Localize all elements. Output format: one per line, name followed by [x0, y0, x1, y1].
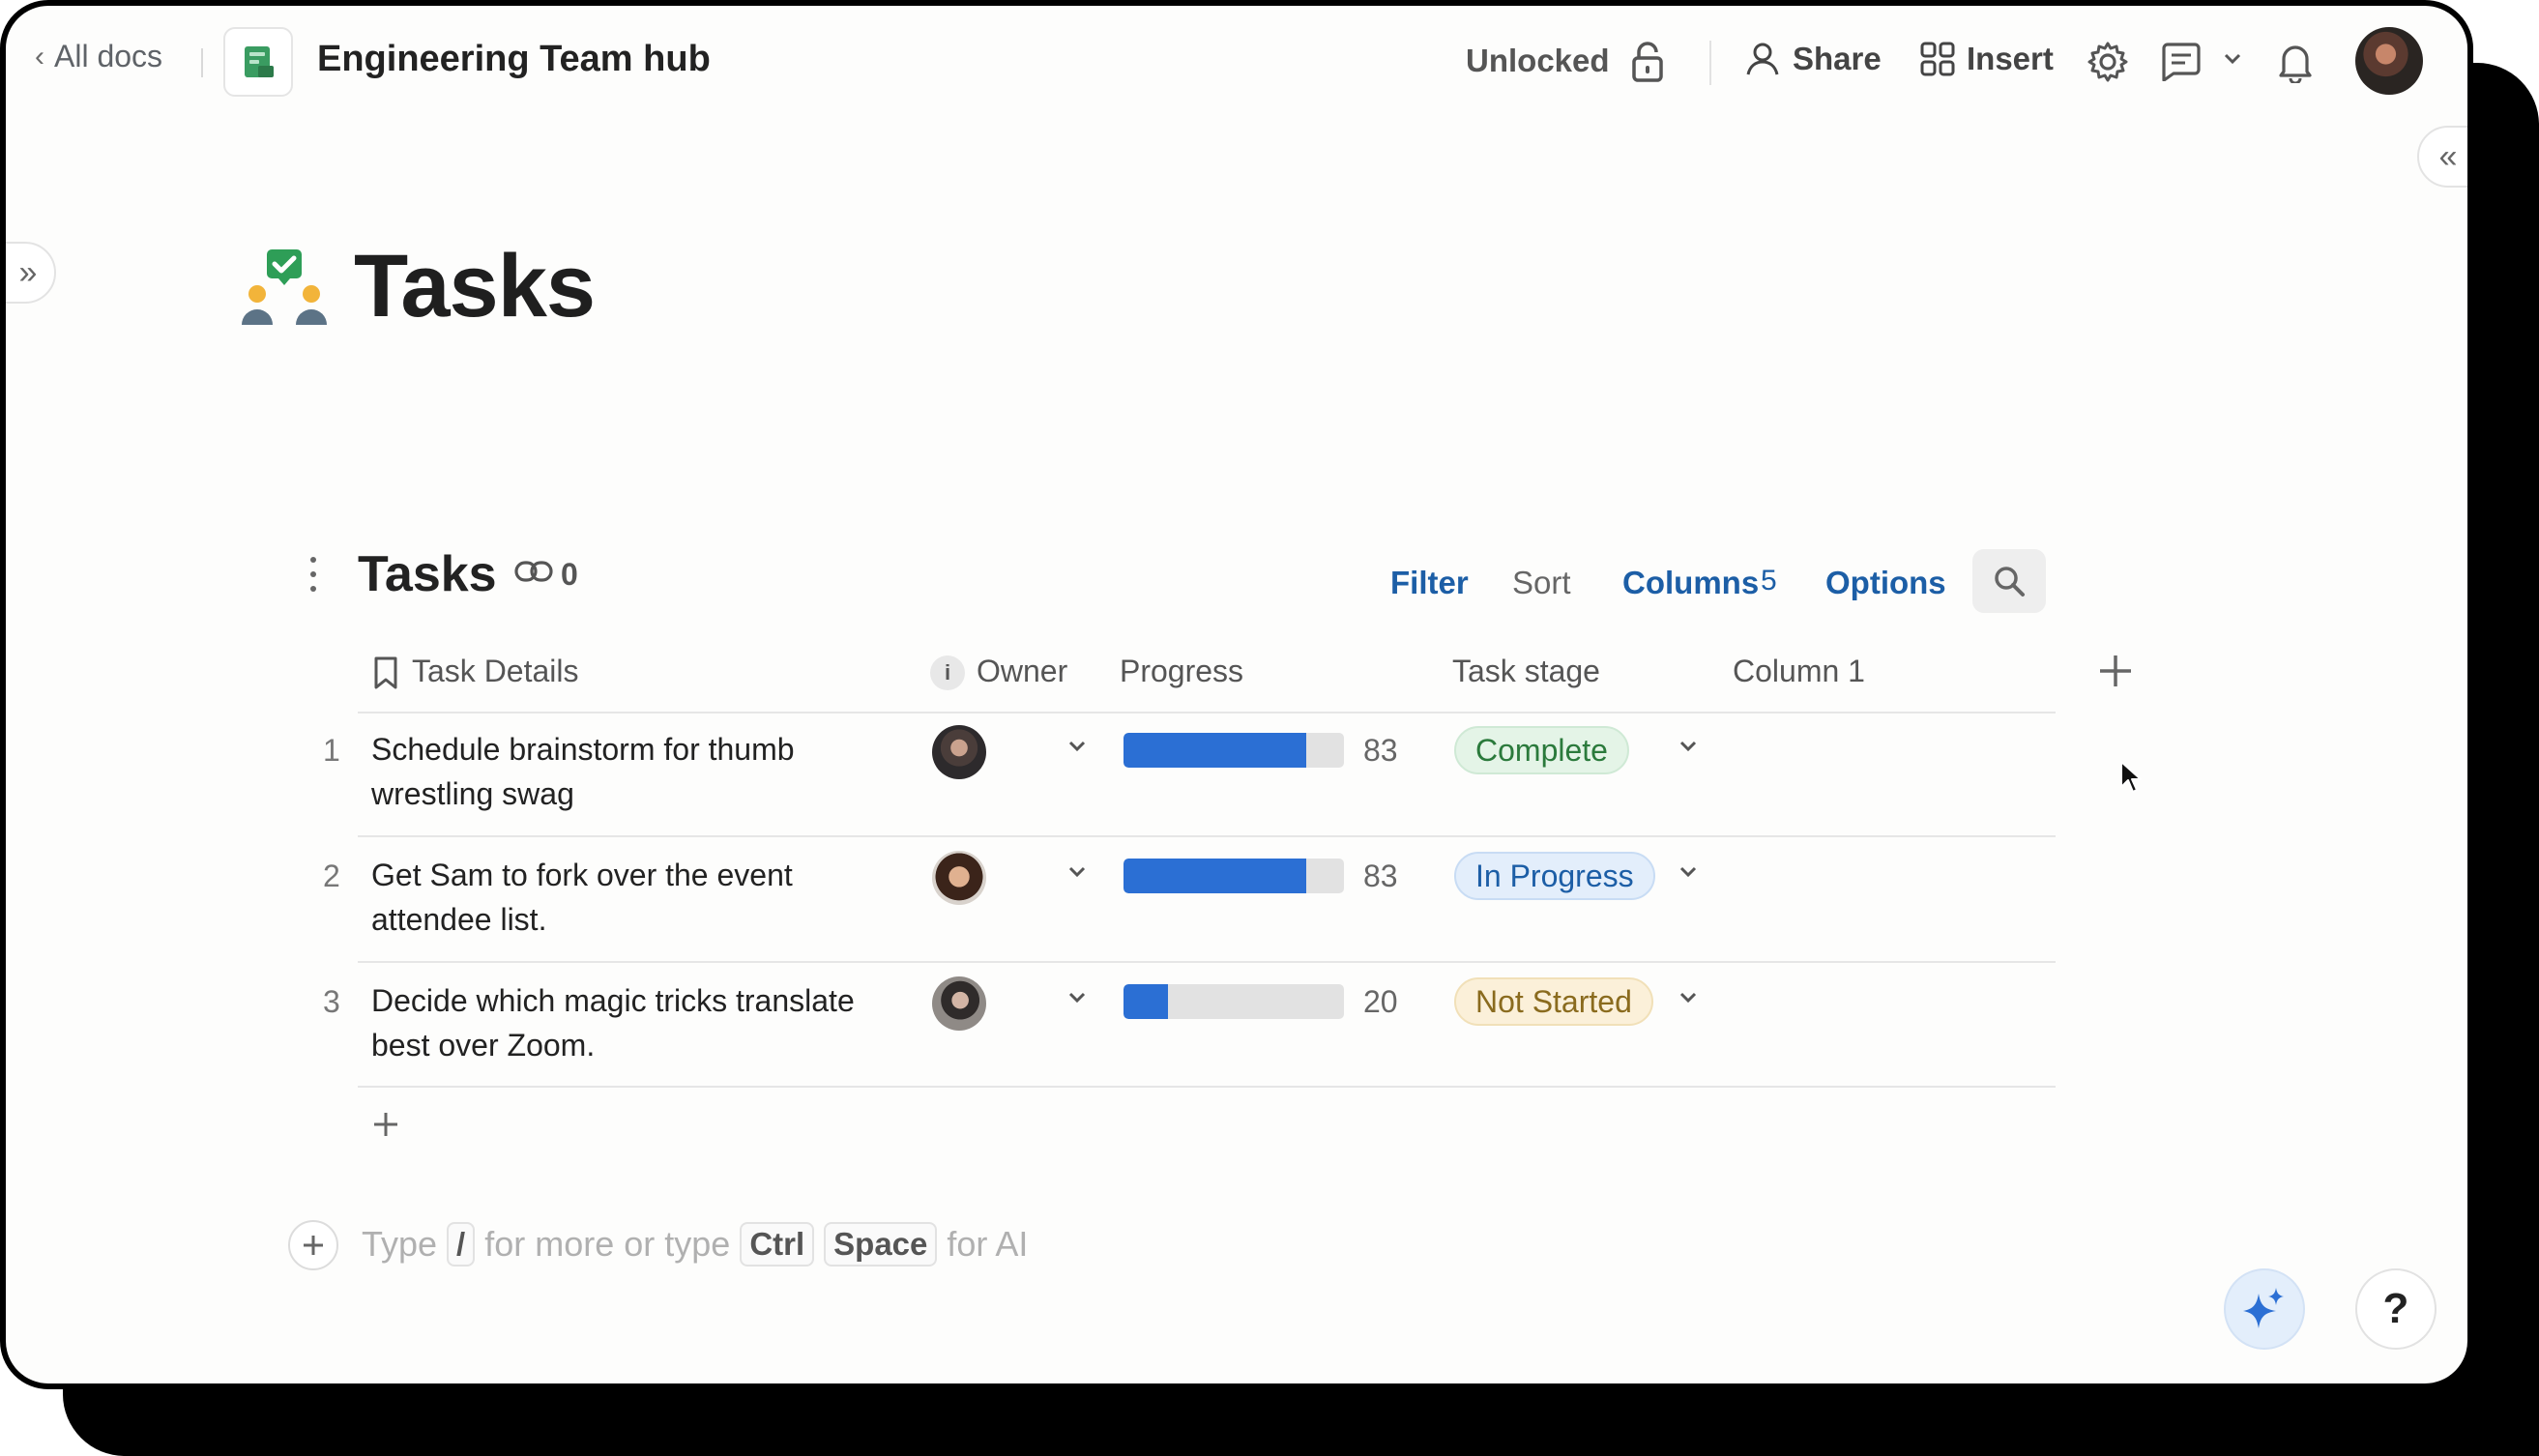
row-divider: [358, 961, 2056, 963]
chevron-down-icon[interactable]: [2222, 48, 2243, 74]
kbd-slash: /: [447, 1222, 476, 1267]
double-chevron-left-icon[interactable]: «: [2417, 126, 2467, 188]
search-button[interactable]: [1972, 549, 2046, 613]
ai-assistant-button[interactable]: [2224, 1268, 2305, 1350]
kbd-space: Space: [824, 1222, 938, 1267]
link-count: 0: [561, 557, 578, 592]
person-icon: [1746, 43, 1779, 75]
avatar[interactable]: [932, 976, 986, 1031]
bell-icon[interactable]: [2276, 41, 2315, 88]
progress-bar-fill: [1124, 984, 1168, 1019]
column-header-progress[interactable]: Progress: [1120, 654, 1243, 689]
add-row-button[interactable]: [371, 1110, 400, 1139]
table-row[interactable]: 2 Get Sam to fork over the event attende…: [6, 847, 2133, 973]
chevron-down-icon[interactable]: [1677, 735, 1700, 763]
topbar-divider: [201, 48, 203, 77]
kebab-icon[interactable]: [302, 557, 325, 592]
progress-bar[interactable]: [1124, 984, 1344, 1019]
status-badge[interactable]: In Progress: [1454, 852, 1655, 900]
row-number: 2: [323, 859, 340, 893]
doc-icon[interactable]: [223, 27, 293, 97]
all-docs-link[interactable]: ‹ All docs: [35, 39, 162, 74]
composer-for-more-text: for more or type: [484, 1224, 731, 1264]
app-window: ‹ All docs Engineering Team hub Unlocked: [0, 0, 2473, 1389]
link-icon[interactable]: [514, 559, 553, 589]
page-title[interactable]: Tasks: [354, 236, 596, 337]
avatar[interactable]: [932, 851, 986, 905]
help-button[interactable]: ?: [2355, 1268, 2437, 1350]
column-header-task-stage[interactable]: Task stage: [1452, 654, 1600, 689]
avatar[interactable]: [2355, 27, 2423, 95]
add-column-button[interactable]: [2096, 652, 2135, 690]
progress-value: 83: [1363, 859, 1398, 893]
composer-placeholder[interactable]: Type / for more or type Ctrl Space for A…: [362, 1222, 1028, 1267]
column-header-column-1[interactable]: Column 1: [1733, 654, 1865, 689]
progress-bar-fill: [1124, 733, 1307, 768]
plus-icon: [2100, 655, 2131, 686]
row-number: 3: [323, 984, 340, 1019]
top-bar: ‹ All docs Engineering Team hub Unlocked: [6, 6, 2467, 120]
progress-bar-fill: [1124, 859, 1307, 893]
doc-title[interactable]: Engineering Team hub: [317, 39, 711, 80]
table-row[interactable]: 3 Decide which magic tricks translate be…: [6, 973, 2133, 1098]
insert-button[interactable]: Insert: [1920, 41, 2054, 77]
lock-icon[interactable]: [1630, 41, 1665, 88]
bookmark-icon: [371, 655, 400, 695]
row-divider: [358, 835, 2056, 837]
all-docs-label: All docs: [54, 39, 163, 73]
progress-value: 83: [1363, 733, 1398, 768]
status-badge[interactable]: Not Started: [1454, 977, 1653, 1026]
progress-bar[interactable]: [1124, 733, 1344, 768]
double-chevron-right-icon[interactable]: »: [6, 242, 56, 304]
options-button[interactable]: Options: [1825, 565, 1946, 601]
comment-icon[interactable]: [2160, 43, 2203, 86]
row-number: 1: [323, 733, 340, 768]
share-button[interactable]: Share: [1744, 41, 1882, 77]
column-header-owner[interactable]: Owner: [977, 654, 1067, 689]
composer-type-text: Type: [362, 1224, 438, 1264]
sort-button[interactable]: Sort: [1512, 565, 1571, 601]
row-divider: [358, 712, 2056, 713]
gear-icon[interactable]: [2087, 41, 2129, 88]
chevron-down-icon[interactable]: [1065, 735, 1089, 763]
info-icon[interactable]: i: [930, 655, 965, 690]
topbar-divider: [1709, 41, 1711, 85]
insert-block-button[interactable]: [288, 1220, 338, 1270]
composer-for-ai-text: for AI: [947, 1224, 1029, 1264]
share-label: Share: [1793, 41, 1882, 76]
filter-button[interactable]: Filter: [1390, 565, 1469, 601]
avatar[interactable]: [932, 725, 986, 779]
screen: ‹ All docs Engineering Team hub Unlocked: [0, 0, 2539, 1456]
row-divider: [358, 1086, 2056, 1088]
grid-icon: [1920, 42, 1955, 76]
sparkle-icon: [2243, 1288, 2284, 1328]
task-details-cell[interactable]: Decide which magic tricks translate best…: [371, 978, 893, 1067]
progress-bar[interactable]: [1124, 859, 1344, 893]
table-title[interactable]: Tasks: [358, 545, 497, 603]
status-badge[interactable]: Complete: [1454, 726, 1629, 774]
tasks-page-icon[interactable]: [240, 248, 329, 334]
kbd-ctrl: Ctrl: [740, 1222, 815, 1267]
plus-icon: [374, 1113, 397, 1136]
chevron-down-icon[interactable]: [1677, 860, 1700, 888]
columns-count-badge: 5: [1761, 565, 1777, 597]
chevron-left-icon: ‹: [35, 40, 44, 73]
plus-icon: [304, 1236, 323, 1255]
search-icon: [1995, 567, 2025, 597]
lock-status-label[interactable]: Unlocked: [1466, 43, 1610, 79]
column-header-task-details[interactable]: Task Details: [412, 654, 579, 689]
columns-button[interactable]: Columns: [1622, 565, 1759, 601]
chevron-down-icon[interactable]: [1065, 860, 1089, 888]
chevron-down-icon[interactable]: [1065, 986, 1089, 1014]
chevron-down-icon[interactable]: [1677, 986, 1700, 1014]
insert-label: Insert: [1967, 41, 2054, 76]
progress-value: 20: [1363, 984, 1398, 1019]
task-details-cell[interactable]: Schedule brainstorm for thumb wrestling …: [371, 727, 893, 816]
table-row[interactable]: 1 Schedule brainstorm for thumb wrestlin…: [6, 721, 2133, 847]
cursor-icon: [2119, 760, 2145, 800]
task-details-cell[interactable]: Get Sam to fork over the event attendee …: [371, 853, 893, 942]
